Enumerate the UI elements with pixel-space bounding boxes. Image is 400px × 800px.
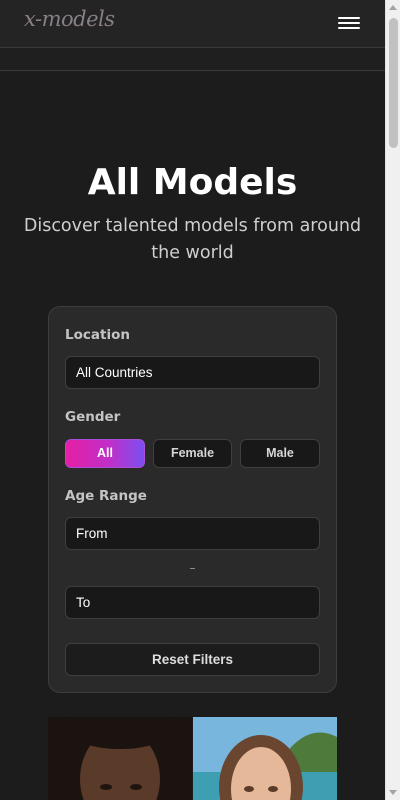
model-portrait-image [193,717,337,800]
page-title: All Models [87,162,298,203]
age-from-input[interactable]: From [65,517,320,550]
model-portrait-image [48,717,192,800]
model-card-photo[interactable] [193,717,337,800]
model-card-photo[interactable] [48,717,192,800]
age-range-separator: – [189,561,196,575]
page: x-models All Models Discover talented mo… [0,0,385,800]
filter-panel: Location All Countries Gender All Female… [48,306,337,693]
scrollbar-thumb[interactable] [389,18,398,148]
hamburger-menu-icon[interactable] [338,15,360,33]
gender-label: Gender [65,409,121,425]
age-to-input[interactable]: To [65,586,320,619]
age-range-label: Age Range [65,488,147,504]
location-label: Location [65,327,130,343]
gender-option-male[interactable]: Male [240,439,320,468]
gender-option-all[interactable]: All [65,439,145,468]
logo[interactable]: x-models [24,7,115,31]
scroll-down-arrow-icon[interactable] [389,790,397,795]
page-subtitle: Discover talented models from around the… [23,216,362,263]
secondary-bar [0,48,385,71]
location-select[interactable]: All Countries [65,356,320,389]
scroll-up-arrow-icon[interactable] [389,5,397,10]
reset-filters-button[interactable]: Reset Filters [65,643,320,676]
gender-option-female[interactable]: Female [153,439,232,468]
page-scrollbar[interactable] [385,0,400,800]
site-header: x-models [0,0,385,48]
